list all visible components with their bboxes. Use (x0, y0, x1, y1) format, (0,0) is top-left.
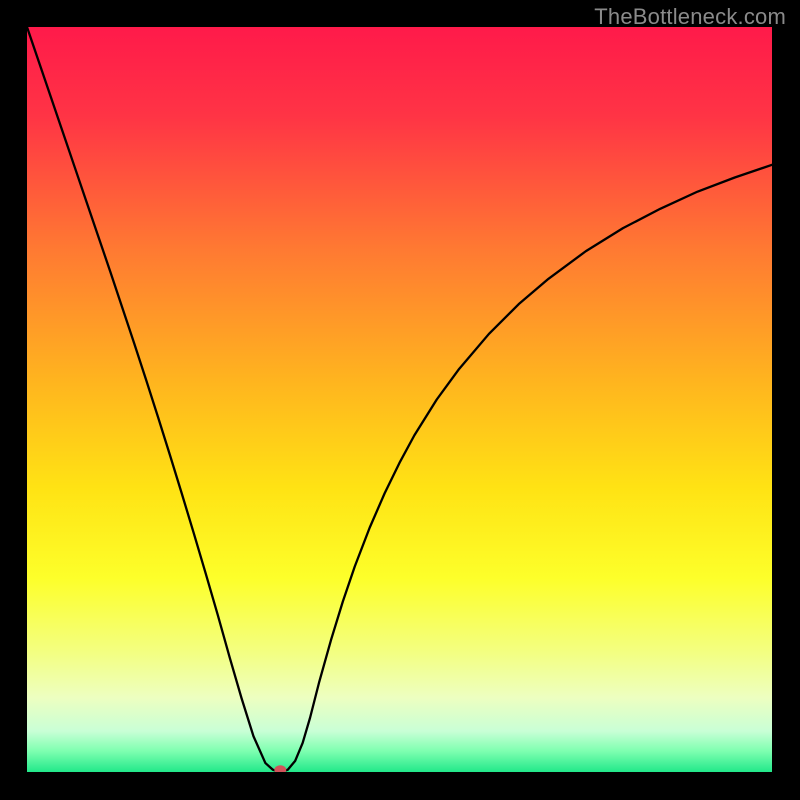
watermark-text: TheBottleneck.com (594, 4, 786, 30)
gradient-background (27, 27, 772, 772)
plot-area (27, 27, 772, 772)
chart-canvas (27, 27, 772, 772)
chart-frame: TheBottleneck.com (0, 0, 800, 800)
